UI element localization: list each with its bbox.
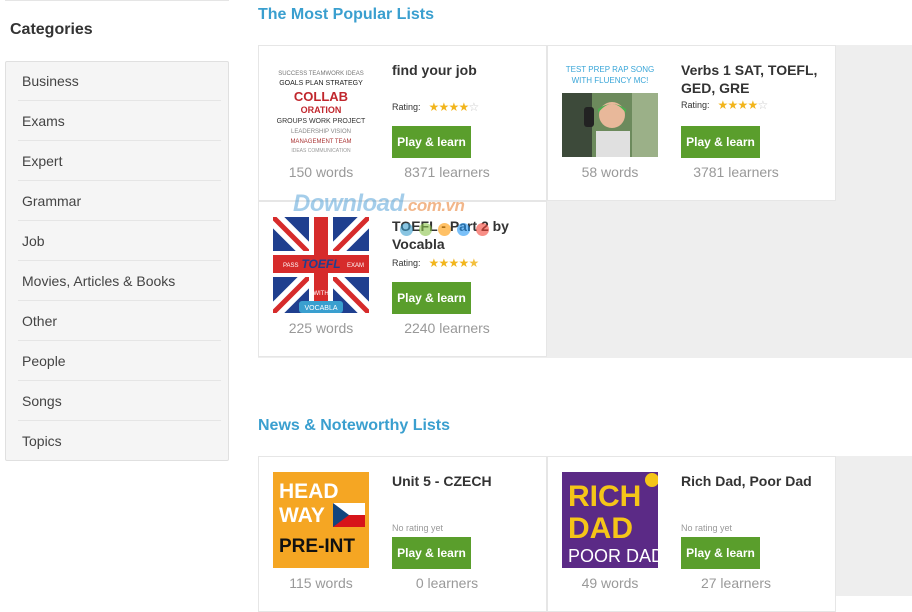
learner-count: 8371 learners (404, 164, 490, 180)
star-icon: ★ (448, 100, 460, 114)
play-learn-button[interactable]: Play & learn (392, 126, 471, 158)
svg-text:WITH: WITH (313, 291, 328, 297)
svg-text:SUCCESS TEAMWORK IDEAS: SUCCESS TEAMWORK IDEAS (278, 71, 364, 77)
rating-stars: ★ ★ ★ ★ ☆ (428, 100, 480, 114)
word-count: 225 words (288, 320, 354, 336)
svg-text:ORATION: ORATION (301, 105, 342, 115)
list-thumbnail[interactable]: TEST PREP RAP SONG WITH FLUENCY MC! (562, 61, 658, 157)
categories-heading: Categories (10, 21, 93, 38)
list-card: TEST PREP RAP SONG WITH FLUENCY MC! 58 w… (547, 45, 836, 201)
rating-label: Rating: (392, 102, 421, 112)
star-half-icon: ★ (468, 256, 480, 270)
learner-count: 0 learners (415, 575, 479, 591)
rating: Rating: ★ ★ ★ ★ ★ (392, 257, 479, 269)
category-grammar[interactable]: Grammar (18, 182, 221, 221)
no-rating-text: No rating yet (681, 523, 733, 533)
sidebar-top-rule (5, 0, 229, 1)
play-learn-button[interactable]: Play & learn (392, 537, 471, 569)
rating: Rating: ★ ★ ★ ★ ☆ (392, 101, 479, 113)
list-title[interactable]: Verbs 1 SAT, TOEFL, GED, GRE (681, 61, 827, 97)
svg-text:PASS: PASS (283, 263, 299, 269)
list-thumbnail[interactable]: HEAD WAY PRE-INT (273, 472, 369, 568)
no-rating-text: No rating yet (392, 523, 444, 533)
watermark-dots (400, 223, 489, 236)
rating-stars: ★ ★ ★ ★ ★ (428, 256, 480, 270)
svg-text:DAD: DAD (568, 512, 633, 545)
star-icon: ★ (428, 100, 440, 114)
svg-text:VOCABLA: VOCABLA (304, 305, 337, 312)
play-learn-button[interactable]: Play & learn (681, 537, 760, 569)
category-songs[interactable]: Songs (18, 382, 221, 421)
list-thumbnail[interactable]: RICH DAD POOR DAD (562, 472, 658, 568)
list-card: RICH DAD POOR DAD 49 words Rich Dad, Poo… (547, 456, 836, 612)
news-lists-heading: News & Noteworthy Lists (258, 417, 451, 434)
svg-text:IDEAS COMMUNICATION: IDEAS COMMUNICATION (291, 148, 351, 154)
word-count: 115 words (289, 575, 353, 591)
list-title[interactable]: find your job (392, 61, 538, 79)
word-count: 150 words (288, 164, 354, 180)
list-title[interactable]: Unit 5 - CZECH (392, 472, 538, 490)
list-thumbnail[interactable]: PASS TOEFL EXAM WITH VOCABLA (273, 217, 369, 313)
svg-text:GOALS PLAN STRATEGY: GOALS PLAN STRATEGY (279, 80, 363, 87)
category-people[interactable]: People (18, 342, 221, 381)
category-movies-articles-books[interactable]: Movies, Articles & Books (18, 262, 221, 301)
svg-text:LEADERSHIP VISION: LEADERSHIP VISION (291, 129, 351, 135)
learner-count: 2240 learners (404, 320, 490, 336)
play-learn-button[interactable]: Play & learn (681, 126, 760, 158)
learner-count: 3781 learners (693, 164, 779, 180)
list-title[interactable]: Rich Dad, Poor Dad (681, 472, 827, 490)
category-topics[interactable]: Topics (18, 422, 221, 461)
svg-text:WAY: WAY (279, 504, 325, 527)
word-count: 49 words (581, 575, 639, 591)
svg-text:PRE-INT: PRE-INT (279, 536, 355, 557)
svg-text:MANAGEMENT TEAM: MANAGEMENT TEAM (290, 139, 351, 145)
star-icon: ★ (717, 98, 729, 112)
popular-lists-heading: The Most Popular Lists (258, 6, 435, 23)
category-exams[interactable]: Exams (18, 102, 221, 141)
categories-list: Business Exams Expert Grammar Job Movies… (5, 61, 229, 461)
star-empty-icon: ☆ (757, 98, 769, 112)
category-expert[interactable]: Expert (18, 142, 221, 181)
news-lists-grid: HEAD WAY PRE-INT 115 words Unit 5 - CZEC… (258, 456, 912, 612)
category-other[interactable]: Other (18, 302, 221, 341)
list-card: HEAD WAY PRE-INT 115 words Unit 5 - CZEC… (258, 456, 547, 612)
rating: Rating: ★ ★ ★ ★ ☆ (681, 99, 768, 111)
category-job[interactable]: Job (18, 222, 221, 261)
rating-label: Rating: (681, 100, 710, 110)
svg-text:TEST PREP RAP SONG: TEST PREP RAP SONG (566, 65, 654, 74)
svg-text:WITH FLUENCY MC!: WITH FLUENCY MC! (572, 76, 649, 85)
star-icon: ★ (438, 100, 450, 114)
star-icon: ★ (737, 98, 749, 112)
category-business[interactable]: Business (18, 62, 221, 101)
svg-text:POOR DAD: POOR DAD (568, 546, 658, 566)
word-count: 58 words (581, 164, 639, 180)
star-icon: ★ (458, 256, 470, 270)
svg-text:RICH: RICH (568, 480, 641, 513)
star-icon: ★ (747, 98, 759, 112)
star-empty-icon: ☆ (468, 100, 480, 114)
thumb-text: COLLAB (294, 89, 348, 104)
svg-text:TOEFL: TOEFL (301, 257, 340, 271)
star-icon: ★ (727, 98, 739, 112)
svg-text:EXAM: EXAM (347, 263, 364, 269)
svg-text:HEAD: HEAD (279, 480, 339, 503)
svg-text:GROUPS WORK PROJECT: GROUPS WORK PROJECT (277, 118, 366, 125)
watermark: Download.com.vn (293, 190, 465, 217)
list-card: SUCCESS TEAMWORK IDEAS GOALS PLAN STRATE… (258, 45, 547, 201)
learner-count: 27 learners (700, 575, 772, 591)
star-icon: ★ (458, 100, 470, 114)
list-thumbnail[interactable]: SUCCESS TEAMWORK IDEAS GOALS PLAN STRATE… (273, 61, 369, 157)
star-icon: ★ (448, 256, 460, 270)
rating-stars: ★ ★ ★ ★ ☆ (717, 98, 769, 112)
star-icon: ★ (428, 256, 440, 270)
rating-label: Rating: (392, 258, 421, 268)
star-icon: ★ (438, 256, 450, 270)
play-learn-button[interactable]: Play & learn (392, 282, 471, 314)
